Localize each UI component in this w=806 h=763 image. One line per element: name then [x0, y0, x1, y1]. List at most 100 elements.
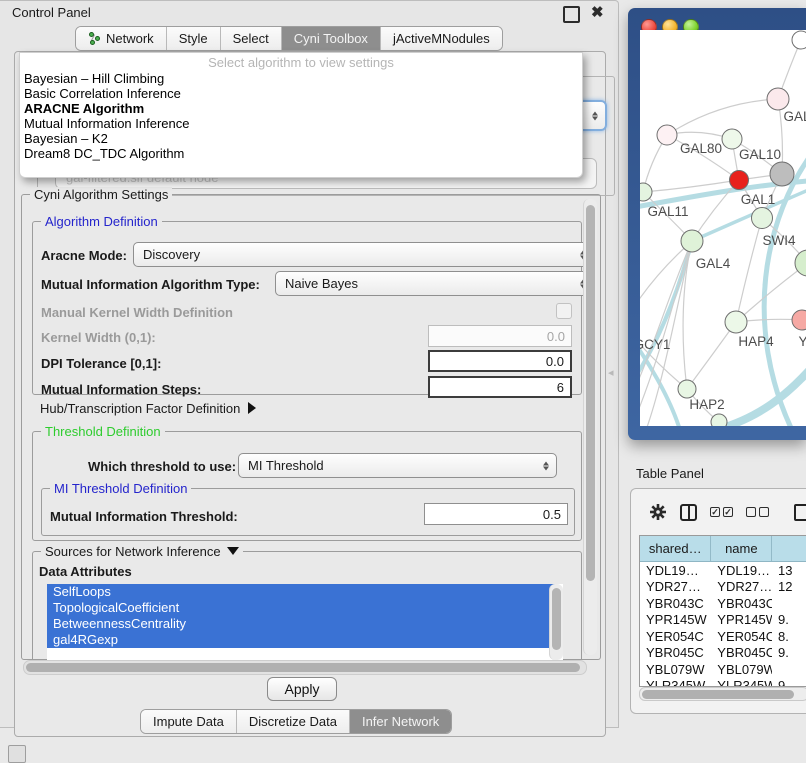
network-node[interactable] — [678, 380, 696, 398]
dropdown-item[interactable]: Bayesian – Hill Climbing — [20, 71, 582, 86]
control-panel-window: Control Panel ✖ NetworkStyleSelectCyni T… — [0, 0, 619, 728]
corner-widget[interactable] — [8, 745, 26, 763]
which-threshold-combo[interactable]: MI Threshold — [238, 453, 557, 478]
table-row[interactable]: YPR145WYPR145W9. — [640, 612, 806, 629]
settings-horizontal-scrollbar[interactable] — [23, 660, 587, 675]
table-cell: YPR145W — [711, 612, 772, 627]
network-node[interactable] — [770, 162, 794, 186]
table-row[interactable]: YDR27…YDR27…12 — [640, 579, 806, 596]
tab-label: Select — [233, 31, 269, 46]
table-horizontal-scrollbar[interactable] — [639, 687, 806, 701]
kernel-width-value: 0.0 — [547, 329, 565, 344]
mi-type-combo[interactable]: Naive Bayes — [275, 271, 594, 296]
network-edge[interactable] — [667, 99, 778, 135]
table-row[interactable]: YER054CYER054C8. — [640, 628, 806, 645]
table-row[interactable]: YBR045CYBR045C9. — [640, 645, 806, 662]
table-cell: YBR043C — [711, 596, 772, 611]
attr-list-scrollbar[interactable] — [549, 584, 563, 660]
sources-group-title[interactable]: Sources for Network Inference — [41, 544, 243, 559]
hub-tf-definition-toggle[interactable]: Hub/Transcription Factor Definition — [40, 401, 256, 416]
float-window-icon[interactable] — [563, 6, 580, 23]
mi-threshold-field[interactable]: 0.5 — [424, 503, 568, 525]
network-node[interactable] — [711, 414, 727, 426]
table-row[interactable]: YBL079WYBL079W — [640, 661, 806, 678]
network-node[interactable] — [722, 129, 742, 149]
tab-cyni-toolbox[interactable]: Cyni Toolbox — [282, 27, 381, 50]
network-node[interactable] — [792, 31, 806, 49]
dropdown-item[interactable]: Dream8 DC_TDC Algorithm — [20, 146, 582, 161]
column-header[interactable] — [772, 536, 806, 561]
tab-infer-network[interactable]: Infer Network — [350, 710, 451, 733]
mi-steps-field[interactable]: 6 — [428, 376, 572, 398]
table-header-row: shared…name — [640, 536, 806, 562]
dropdown-item[interactable]: Mutual Information Inference — [20, 116, 582, 131]
table-cell: YER054C — [640, 629, 711, 644]
network-edge[interactable] — [736, 218, 762, 322]
dpi-tolerance-field[interactable]: 0.0 — [428, 350, 572, 372]
network-view-window: GALGAL80GAL10GAL1GAL11SWI4GAL4GCY1HAP4YH… — [628, 8, 806, 440]
tab-network[interactable]: Network — [76, 27, 167, 50]
table-row[interactable]: YBR043CYBR043C — [640, 595, 806, 612]
network-edge[interactable] — [640, 241, 692, 325]
column-layout-icon[interactable] — [680, 504, 697, 521]
algorithm-dropdown-popup: Select algorithm to view settings Bayesi… — [19, 52, 583, 178]
node-label: HAP2 — [689, 397, 724, 412]
table-cell: YBR043C — [640, 596, 711, 611]
kernel-width-field[interactable]: 0.0 — [428, 325, 572, 347]
tab-impute-data[interactable]: Impute Data — [141, 710, 237, 733]
network-node[interactable] — [725, 311, 747, 333]
node-label: GAL — [783, 109, 806, 124]
network-node[interactable] — [681, 230, 703, 252]
network-edge-thick[interactable] — [640, 241, 692, 392]
dropdown-item[interactable]: ARACNE Algorithm — [20, 101, 582, 116]
mi-steps-label: Mutual Information Steps: — [41, 382, 201, 397]
network-node[interactable] — [752, 208, 773, 229]
tab-discretize-data[interactable]: Discretize Data — [237, 710, 350, 733]
data-attributes-list[interactable]: SelfLoopsTopologicalCoefficientBetweenne… — [47, 584, 563, 660]
attribute-item[interactable]: gal4RGexp — [47, 632, 556, 648]
tab-style[interactable]: Style — [167, 27, 221, 50]
dpi-tolerance-value: 0.0 — [546, 354, 564, 369]
deselect-all-icon[interactable] — [746, 507, 769, 517]
tab-jactivemnodules[interactable]: jActiveMNodules — [381, 27, 502, 50]
dropdown-placeholder: Select algorithm to view settings — [20, 55, 582, 71]
network-node[interactable] — [657, 125, 677, 145]
network-edge[interactable] — [687, 322, 736, 389]
table-row[interactable]: YLR345WYLR345W9. — [640, 678, 806, 688]
collapsed-arrow-icon — [248, 402, 256, 414]
tab-label: Cyni Toolbox — [294, 31, 368, 46]
table-cell: YBL079W — [711, 662, 772, 677]
attribute-item[interactable]: BetweennessCentrality — [47, 616, 556, 632]
table-row[interactable]: YDL19…YDL19…13 — [640, 562, 806, 579]
combo-spinner-icon — [543, 461, 549, 470]
select-all-icon[interactable]: ✓✓ — [710, 507, 733, 517]
close-icon[interactable]: ✖ — [591, 6, 604, 19]
new-table-icon[interactable] — [794, 504, 806, 521]
network-node[interactable] — [730, 171, 749, 190]
dropdown-item[interactable]: Basic Correlation Inference — [20, 86, 582, 101]
dropdown-item[interactable]: Bayesian – K2 — [20, 131, 582, 146]
aracne-mode-value: Discovery — [143, 247, 200, 262]
aracne-mode-label: Aracne Mode: — [41, 248, 127, 263]
mi-type-value: Naive Bayes — [285, 276, 358, 291]
node-table[interactable]: shared…name YDL19…YDL19…13YDR27…YDR27…12… — [639, 535, 806, 687]
aracne-mode-combo[interactable]: Discovery — [133, 242, 594, 267]
cyni-algorithm-settings-group: Cyni Algorithm Settings Algorithm Defini… — [21, 194, 601, 660]
attribute-item[interactable]: SelfLoops — [47, 584, 556, 600]
network-node[interactable] — [767, 88, 789, 110]
attribute-item[interactable]: TopologicalCoefficient — [47, 600, 556, 616]
network-canvas[interactable]: GALGAL80GAL10GAL1GAL11SWI4GAL4GCY1HAP4YH… — [640, 30, 806, 426]
column-header[interactable]: name — [711, 536, 772, 561]
apply-button[interactable]: Apply — [267, 677, 337, 701]
manual-kernel-checkbox[interactable] — [556, 303, 572, 319]
tab-select[interactable]: Select — [221, 27, 282, 50]
network-node[interactable] — [792, 310, 806, 330]
node-label: GAL80 — [680, 141, 722, 156]
settings-gear-icon[interactable] — [649, 503, 667, 521]
settings-vertical-scrollbar[interactable] — [583, 199, 597, 655]
column-header[interactable]: shared… — [640, 536, 711, 561]
node-label: SWI4 — [762, 233, 795, 248]
sources-group: Sources for Network Inference Data Attri… — [32, 551, 582, 660]
panel-splitter-arrow-icon[interactable]: ◂ — [608, 366, 614, 379]
table-cell: YER054C — [711, 629, 772, 644]
